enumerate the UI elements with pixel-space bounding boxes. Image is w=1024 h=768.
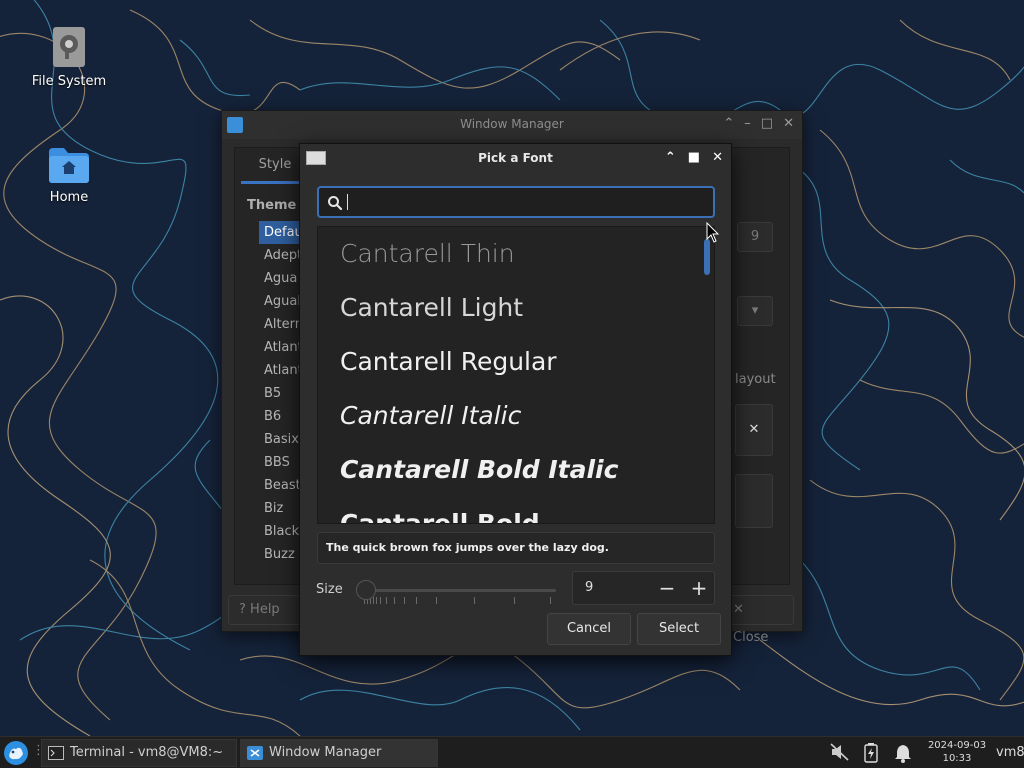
close-label: Close (733, 630, 769, 645)
start-menu-icon[interactable] (3, 740, 29, 766)
close-icon[interactable]: ✕ (712, 150, 723, 165)
slider-knob[interactable] (356, 580, 376, 600)
font-list-item[interactable]: Cantarell Light (318, 281, 714, 335)
cancel-button[interactable]: Cancel (547, 613, 631, 645)
wm-titlebar[interactable]: Window Manager ⌃ – □ ✕ (222, 111, 802, 139)
desktop-icon-home[interactable]: Home (19, 146, 119, 205)
clock[interactable]: 2024-09-03 10:33 (924, 739, 990, 765)
chevron-down-icon: ▾ (751, 303, 759, 318)
decrease-size-button[interactable]: − (653, 575, 681, 601)
font-list-item[interactable]: Cantarell Regular (318, 335, 714, 389)
font-list-scrollbar[interactable] (704, 233, 710, 519)
close-icon: ✕ (733, 602, 744, 617)
maximize-icon[interactable]: □ (761, 116, 773, 131)
font-search-input[interactable] (317, 186, 715, 218)
increase-size-button[interactable]: + (685, 575, 713, 601)
taskbar-item-label: Window Manager (269, 745, 382, 760)
font-preview: The quick brown fox jumps over the lazy … (317, 532, 715, 564)
font-list-item[interactable]: Cantarell Bold (318, 497, 714, 523)
font-list-item[interactable]: Cantarell Italic (318, 389, 714, 443)
theme-label: Theme (247, 198, 297, 213)
wm-dropdown[interactable]: ▾ (737, 296, 773, 326)
scrollbar-thumb[interactable] (704, 239, 710, 275)
font-list-item[interactable]: Cantarell Thin (318, 227, 714, 281)
size-value[interactable]: 9 (585, 580, 593, 595)
help-button[interactable]: ? Help (228, 595, 302, 625)
clock-time: 10:33 (942, 753, 972, 764)
select-button[interactable]: Select (637, 613, 721, 645)
close-icon: ✕ (748, 422, 760, 437)
user-name[interactable]: vm8 (996, 745, 1024, 760)
battery-charging-icon[interactable] (863, 743, 879, 763)
close-icon[interactable]: ✕ (783, 116, 794, 131)
desktop-icon-label: File System (31, 74, 107, 89)
chevron-up-icon[interactable]: ⌃ (665, 150, 676, 165)
taskbar-item-label: Terminal - vm8@VM8:~ (70, 745, 224, 760)
slider-track (364, 589, 556, 592)
chevron-up-icon[interactable]: ⌃ (723, 116, 734, 131)
terminal-icon (48, 746, 64, 760)
font-list[interactable]: Cantarell Thin Cantarell Light Cantarell… (317, 226, 715, 524)
desktop-icon-file-system[interactable]: File System (19, 26, 119, 89)
window-manager-icon (247, 746, 263, 760)
text-caret (347, 194, 348, 210)
wm-clear-button[interactable]: ✕ (735, 404, 773, 456)
wm-blank-field (735, 474, 773, 528)
taskbar-item-terminal[interactable]: Terminal - vm8@VM8:~ (41, 739, 237, 767)
slider-ticks (364, 597, 556, 605)
font-size-slider[interactable] (356, 577, 556, 605)
minimize-icon[interactable]: – (744, 116, 751, 131)
close-button[interactable]: ✕ Close (722, 595, 794, 645)
mouse-pointer-icon (706, 222, 720, 243)
wm-layout-label: layout (735, 372, 776, 387)
taskbar: ⋮ Terminal - vm8@VM8:~ Window Manager 20… (0, 736, 1024, 768)
clock-date: 2024-09-03 (927, 740, 987, 751)
font-list-item[interactable]: Cantarell Bold Italic (318, 443, 714, 497)
font-size-stepper[interactable]: 9 − + (572, 571, 715, 605)
drive-icon (53, 27, 85, 67)
mute-icon[interactable] (830, 743, 850, 761)
home-folder-icon (49, 148, 89, 183)
help-icon: ? (239, 602, 246, 617)
search-icon (328, 196, 343, 211)
wm-title: Window Manager (460, 117, 564, 131)
taskbar-item-window-manager[interactable]: Window Manager (240, 739, 438, 767)
maximize-icon[interactable]: ■ (688, 150, 700, 165)
size-label: Size (316, 582, 343, 597)
help-label: Help (250, 602, 280, 617)
wm-font-size-field[interactable]: 9 (737, 222, 773, 252)
font-dialog-titlebar[interactable]: Pick a Font ⌃ ■ ✕ (300, 144, 731, 172)
desktop-icon-label: Home (49, 190, 89, 205)
notification-bell-icon[interactable] (893, 743, 913, 763)
font-picker-dialog[interactable]: Pick a Font ⌃ ■ ✕ Cantarell Thin Cantare… (299, 143, 732, 656)
